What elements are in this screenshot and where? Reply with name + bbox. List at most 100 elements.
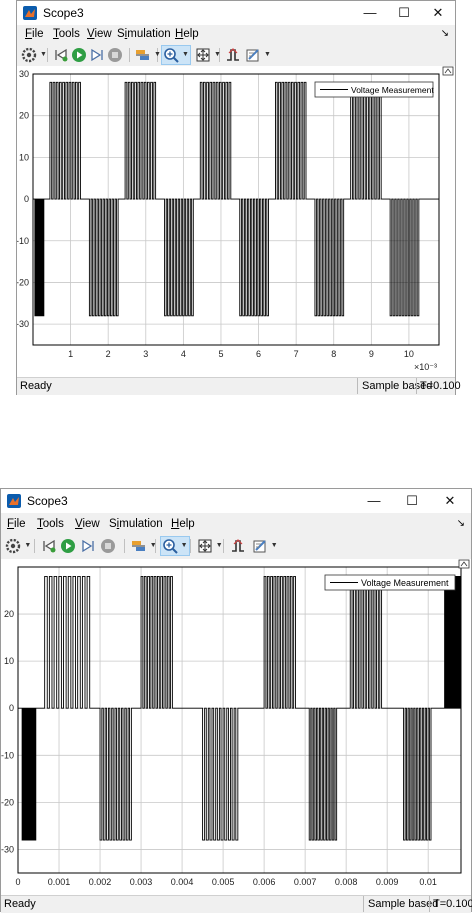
menu-dock-arrow-icon[interactable]: ↘: [441, 28, 449, 39]
scale-axes-icon[interactable]: [197, 538, 213, 554]
x-tick-label: 0.008: [335, 877, 358, 887]
stop-icon[interactable]: [100, 538, 116, 554]
dropdown-arrow-icon[interactable]: ▼: [214, 51, 221, 58]
measurements-icon[interactable]: [252, 538, 268, 554]
y-tick-label: 10: [4, 656, 14, 666]
x-tick-label: 0.007: [294, 877, 317, 887]
zoom-in-icon[interactable]: [163, 47, 179, 63]
toolbar-separator: [47, 48, 48, 62]
x-tick-label: 5: [218, 349, 223, 359]
dropdown-arrow-icon[interactable]: ▼: [181, 542, 188, 549]
dropdown-arrow-icon[interactable]: ▼: [264, 51, 271, 58]
measurements-icon[interactable]: [245, 47, 261, 63]
status-bar: Ready Sample based T=0.100: [1, 895, 472, 913]
menu-bar: File Tools View Simulation Help ↘: [17, 26, 455, 44]
y-tick-label: 30: [19, 69, 29, 79]
run-icon[interactable]: [60, 538, 76, 554]
x-tick-label: 6: [256, 349, 261, 359]
scope-window-top: Scope3 — ☐ ✕ File Tools View Simulation …: [16, 0, 461, 395]
toolbar-separator: [190, 539, 192, 553]
x-tick-label: 0.001: [48, 877, 71, 887]
close-button[interactable]: ✕: [433, 489, 467, 513]
title-bar[interactable]: Scope3 — ☐ ✕: [17, 1, 455, 25]
toolbar: ▼ ▼ ▼ ▼ ▼: [1, 535, 471, 557]
y-tick-label: -20: [1, 797, 14, 807]
menu-simulation[interactable]: Simulation: [109, 518, 163, 530]
menu-file[interactable]: File: [25, 28, 44, 40]
status-bar: Ready Sample based T=0.100: [17, 377, 461, 395]
close-button[interactable]: ✕: [421, 1, 455, 25]
menu-help[interactable]: Help: [171, 518, 195, 530]
toolbar-separator: [223, 539, 225, 553]
step-back-icon[interactable]: [41, 538, 57, 554]
dropdown-arrow-icon[interactable]: ▼: [182, 51, 189, 58]
toolbar-separator: [129, 48, 130, 62]
zoom-in-icon[interactable]: [162, 538, 178, 554]
dropdown-arrow-icon[interactable]: ▼: [150, 542, 157, 549]
x-tick-label: 10: [404, 349, 414, 359]
expand-axes-icon: [442, 66, 454, 76]
triggers-icon[interactable]: [230, 538, 246, 554]
y-tick-label: 0: [9, 703, 14, 713]
menu-simulation[interactable]: Simulation: [117, 28, 171, 40]
y-tick-label: 20: [4, 609, 14, 619]
x-tick-label: 3: [143, 349, 148, 359]
voltage-trace-line: [33, 81, 439, 317]
dropdown-arrow-icon[interactable]: ▼: [154, 51, 161, 58]
matlab-icon: [7, 494, 21, 508]
scale-axes-icon[interactable]: [195, 47, 211, 63]
minimize-button[interactable]: —: [357, 489, 391, 513]
menu-view[interactable]: View: [87, 28, 112, 40]
status-time: T=0.100: [429, 896, 472, 912]
axes-frame: [17, 566, 462, 874]
grid: [17, 567, 461, 873]
stop-icon[interactable]: [107, 47, 123, 63]
window-title: Scope3: [27, 494, 68, 508]
dropdown-arrow-icon[interactable]: ▼: [216, 542, 223, 549]
maximize-button[interactable]: ☐: [387, 1, 421, 25]
menu-tools[interactable]: Tools: [53, 28, 80, 40]
scope-plot[interactable]: 20 10 0 -10 -20 -30 0 0.001 0.002 0.003 0.004 0.005…: [1, 559, 471, 895]
scope-window-bottom: Scope3 — ☐ ✕ File Tools View Simulation …: [0, 488, 472, 913]
toolbar-separator: [124, 539, 126, 553]
minimize-button[interactable]: —: [353, 1, 387, 25]
step-forward-icon[interactable]: [80, 538, 96, 554]
menu-tools[interactable]: Tools: [37, 518, 64, 530]
x-tick-label: 0.002: [89, 877, 112, 887]
x-tick-label: 1: [68, 349, 73, 359]
dropdown-arrow-icon[interactable]: ▼: [24, 542, 31, 549]
menu-file[interactable]: File: [7, 518, 26, 530]
y-tick-label: -30: [1, 844, 14, 854]
x-tick-label: 0.006: [253, 877, 276, 887]
y-tick-label: -20: [17, 277, 29, 287]
y-tick-label: -30: [17, 319, 29, 329]
highlight-icon[interactable]: [135, 47, 151, 63]
dropdown-arrow-icon[interactable]: ▼: [40, 51, 47, 58]
dropdown-arrow-icon[interactable]: ▼: [271, 542, 278, 549]
maximize-button[interactable]: ☐: [395, 489, 429, 513]
plot-area: 30 20 10 0 -10 -20 -30 1 2 3 4 5 6 7 8 9 10 ×10⁻³ Voltage …: [16, 66, 455, 377]
title-bar[interactable]: Scope3 — ☐ ✕: [1, 489, 471, 513]
run-icon[interactable]: [71, 47, 87, 63]
status-ready: Ready: [4, 898, 36, 910]
x-tick-label: 9: [369, 349, 374, 359]
settings-icon[interactable]: [21, 47, 37, 63]
menu-help[interactable]: Help: [175, 28, 199, 40]
step-forward-icon[interactable]: [89, 47, 105, 63]
highlight-icon[interactable]: [131, 538, 147, 554]
x-tick-label: 4: [181, 349, 186, 359]
y-tick-label: 20: [19, 111, 29, 121]
triggers-icon[interactable]: [225, 47, 241, 63]
menu-dock-arrow-icon[interactable]: ↘: [457, 518, 465, 529]
y-tick-label: 10: [19, 152, 29, 162]
status-time: T=0.100: [416, 378, 464, 394]
y-tick-label: 0: [24, 194, 29, 204]
settings-icon[interactable]: [5, 538, 21, 554]
step-back-icon[interactable]: [53, 47, 69, 63]
x-tick-label: 2: [106, 349, 111, 359]
x-tick-label: 0.004: [171, 877, 194, 887]
matlab-icon: [23, 6, 37, 20]
scope-plot[interactable]: 3020100-10-20-301 2 3 4 5 6 7 8 9 10×10⁻³Voltage …: [16, 66, 455, 377]
menu-view[interactable]: View: [75, 518, 100, 530]
x-tick-label: 7: [294, 349, 299, 359]
